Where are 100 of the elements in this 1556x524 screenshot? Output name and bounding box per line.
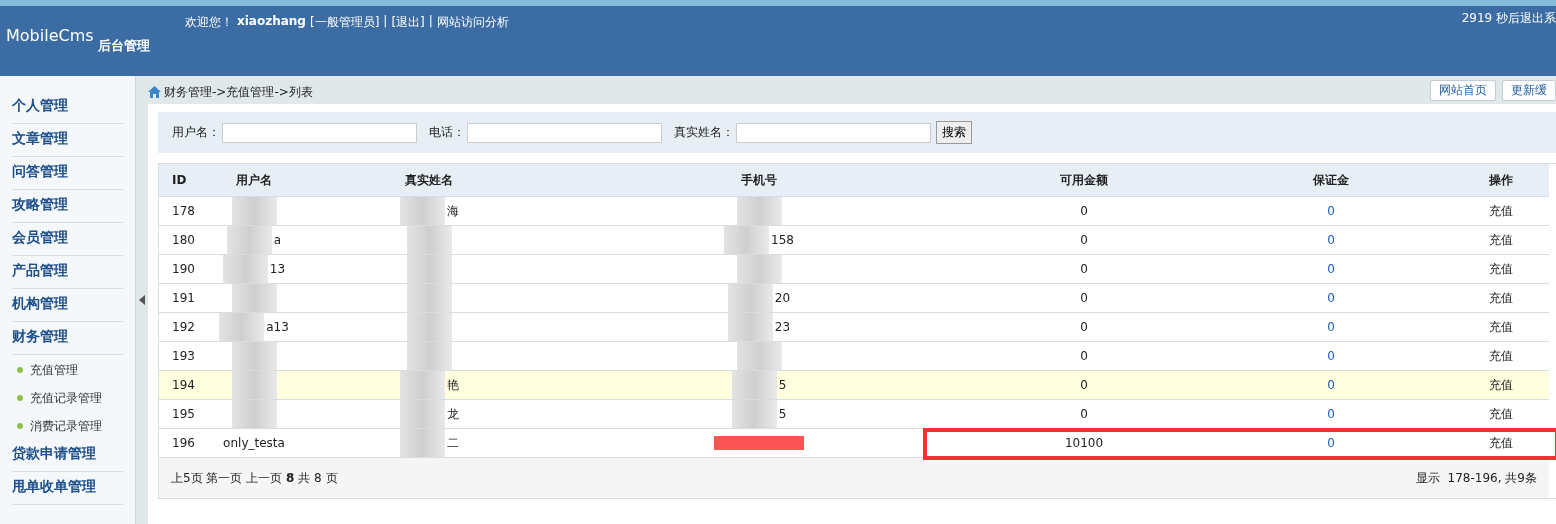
sidebar-item[interactable]: 产品管理: [12, 257, 123, 289]
redaction-block: [226, 226, 272, 254]
sidebar-item[interactable]: 会员管理: [12, 224, 123, 256]
redaction-block: [406, 226, 452, 254]
redaction-block: [399, 197, 445, 225]
table-cell: 0: [1080, 291, 1088, 305]
search-field[interactable]: [222, 122, 417, 143]
table-cell: 0: [1327, 262, 1335, 276]
table-cell: 5: [778, 378, 787, 392]
table-cell: 艳: [446, 376, 459, 394]
toolbar-button[interactable]: 网站首页: [1430, 79, 1496, 101]
username: xiaozhang: [237, 14, 306, 30]
redaction-block: [736, 342, 782, 370]
table-cell: a13: [266, 320, 289, 334]
table-cell: 0: [1080, 407, 1088, 421]
redaction-block: [399, 371, 445, 399]
table-cell: 海: [446, 202, 459, 220]
logo-text: MobileCms: [6, 26, 94, 45]
toolbar-button[interactable]: 更新缓: [1502, 79, 1556, 101]
recharge-link[interactable]: 充值: [1489, 232, 1513, 247]
redaction-block: [231, 284, 277, 312]
analytics-link[interactable]: 网站访问分析: [436, 14, 509, 30]
column-header: 用户名: [209, 164, 299, 197]
table-cell: 10100: [1064, 436, 1104, 450]
sidebar-item[interactable]: 攻略管理: [12, 191, 123, 223]
separator: |: [428, 14, 433, 30]
table-cell: 0: [1327, 233, 1335, 247]
table-cell: 194: [172, 378, 195, 392]
column-header: 可用金额: [959, 164, 1209, 197]
table-row[interactable]: 192 a13 23 0 0 充值: [159, 312, 1549, 342]
field-label: 真实姓名：: [674, 124, 734, 141]
recharge-link[interactable]: 充值: [1489, 319, 1513, 334]
breadcrumb: 财务管理->充值管理->列表: [164, 83, 313, 101]
sidebar-item[interactable]: 个人管理: [12, 92, 123, 124]
sidebar-item[interactable]: 贷款申请管理: [12, 440, 123, 472]
sidebar-item[interactable]: 甩单收单管理: [12, 473, 123, 505]
table-row[interactable]: 195 龙 5 0 0 充值: [159, 399, 1549, 429]
sidebar-subitem[interactable]: 消费记录管理: [30, 417, 102, 435]
column-header: 手机号: [559, 164, 959, 197]
search-field[interactable]: [467, 122, 662, 143]
table-cell: 192: [172, 320, 195, 334]
table-cell: 193: [172, 349, 195, 363]
table-cell: 0: [1080, 262, 1088, 276]
table-cell: 0: [1327, 349, 1335, 363]
redaction-block: [231, 371, 277, 399]
recharge-link[interactable]: 充值: [1489, 261, 1513, 276]
collapse-arrow-icon[interactable]: [139, 295, 145, 305]
redaction-block: [231, 400, 277, 428]
table-row[interactable]: 190 13 0 0 充值: [159, 254, 1549, 284]
table-row[interactable]: 194 艳 5 0 0 充值: [159, 370, 1549, 400]
recharge-link[interactable]: 充值: [1489, 203, 1513, 218]
sidebar-item[interactable]: 机构管理: [12, 290, 123, 322]
recharge-link[interactable]: 充值: [1489, 435, 1513, 450]
redaction-block: [727, 284, 773, 312]
home-icon: [148, 86, 161, 98]
table-row[interactable]: 178 海 0 0 充值: [159, 196, 1549, 226]
table-cell: a: [273, 233, 282, 247]
redaction-block: [724, 226, 770, 254]
redaction-block: [406, 255, 452, 283]
table-cell: 13: [269, 262, 286, 276]
table-row[interactable]: 191 20 0 0 充值: [159, 283, 1549, 313]
redaction-block: [736, 255, 782, 283]
redaction-block: [406, 313, 452, 341]
redaction-block: [736, 197, 782, 225]
redaction-block: [731, 400, 777, 428]
table-cell: 180: [172, 233, 195, 247]
bullet-icon: [17, 367, 23, 373]
search-button[interactable]: 搜索: [936, 121, 972, 144]
sidebar-item[interactable]: 财务管理: [12, 323, 123, 355]
search-field[interactable]: [736, 122, 931, 143]
table-cell: 158: [771, 233, 794, 247]
table-cell: 0: [1327, 407, 1335, 421]
redaction-block: [222, 255, 268, 283]
table-cell: 0: [1327, 436, 1335, 450]
redaction-block: [406, 284, 452, 312]
sidebar-item[interactable]: 问答管理: [12, 158, 123, 190]
table-row[interactable]: 193 0 0 充值: [159, 341, 1549, 371]
bullet-icon: [17, 395, 23, 401]
sidebar-subitem[interactable]: 充值记录管理: [30, 389, 102, 407]
record-summary: 显示 178-196, 共9条: [1415, 469, 1537, 487]
recharge-link[interactable]: 充值: [1489, 406, 1513, 421]
field-label: 电话：: [429, 124, 465, 141]
table-cell: 0: [1080, 204, 1088, 218]
recharge-link[interactable]: 充值: [1489, 377, 1513, 392]
table-cell: 23: [774, 320, 791, 334]
field-label: 用户名：: [172, 124, 220, 141]
recharge-link[interactable]: 充值: [1489, 290, 1513, 305]
logo-subtitle: 后台管理: [97, 37, 150, 55]
table-cell: 191: [172, 291, 195, 305]
redaction-block: [231, 342, 277, 370]
recharge-link[interactable]: 充值: [1489, 348, 1513, 363]
table-cell: 0: [1080, 320, 1088, 334]
logout-countdown: 2919 秒后退出系: [1461, 10, 1556, 27]
pagination-links[interactable]: 上5页 第一页 上一页 8 共 8 页: [171, 469, 338, 487]
table-row[interactable]: 180 a 158 0 0 充值: [159, 225, 1549, 255]
sidebar-subitem[interactable]: 充值管理: [30, 361, 78, 379]
sidebar-item[interactable]: 文章管理: [12, 125, 123, 157]
logout-link[interactable]: [退出]: [391, 14, 425, 30]
redaction-block: [731, 371, 777, 399]
table-cell: 196: [172, 436, 195, 450]
